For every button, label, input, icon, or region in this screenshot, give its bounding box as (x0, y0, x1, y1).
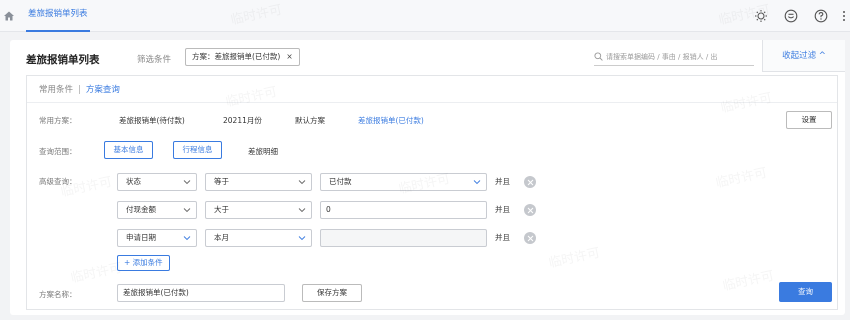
remove-condition-icon[interactable] (524, 204, 536, 216)
tab-common-conditions[interactable]: 常用条件 (39, 85, 73, 95)
operator-select[interactable]: 大于 (205, 201, 312, 219)
page-title: 差旅报销单列表 (26, 54, 100, 66)
and-label: 并且 (495, 233, 510, 242)
chevron-down-icon (183, 180, 191, 185)
divider (27, 102, 837, 103)
settings-button[interactable]: 设置 (786, 111, 832, 129)
filter-label: 筛选条件 (137, 55, 172, 65)
query-scope-label: 查询范围： (39, 147, 77, 156)
condition-tabs: 常用条件 | 方案查询 (39, 83, 120, 95)
bulb-icon[interactable] (754, 9, 768, 23)
chevron-down-icon (298, 236, 306, 241)
scheme-item[interactable]: 默认方案 (295, 115, 325, 126)
field-select[interactable]: 状态 (117, 173, 197, 191)
chevron-down-icon (183, 208, 191, 213)
chevron-down-icon (298, 180, 306, 185)
scope-basic-info[interactable]: 基本信息 (104, 141, 153, 159)
value-input-disabled[interactable] (320, 229, 487, 247)
more-icon[interactable] (842, 10, 846, 22)
value-select-value: 已付款 (329, 177, 352, 186)
operator-select-value: 等于 (214, 177, 229, 186)
remove-condition-icon[interactable] (524, 176, 536, 188)
filter-panel: 差旅报销单列表 筛选条件 方案：差旅报销单(已付款) × 收起过滤 ^ 常用条件 |… (10, 40, 845, 315)
scheme-name-label: 方案名称： (39, 290, 77, 299)
chevron-down-icon (298, 208, 306, 213)
search-input[interactable] (606, 50, 752, 64)
field-select-value: 付现金额 (126, 205, 156, 214)
filter-chip-label: 方案：差旅报销单(已付款) (192, 52, 281, 61)
common-schemes-label: 常用方案： (39, 116, 77, 125)
top-bar: 差旅报销单列表 (0, 0, 850, 32)
filter-chip[interactable]: 方案：差旅报销单(已付款) × (185, 48, 300, 66)
and-label: 并且 (495, 177, 510, 186)
value-select[interactable]: 已付款 (320, 173, 487, 191)
filter-box: 常用条件 | 方案查询 常用方案： 差旅报销单(待付款) 20211月份 默认方案 … (26, 75, 838, 310)
query-button[interactable]: 查询 (779, 282, 832, 302)
chevron-down-icon (473, 180, 481, 185)
and-label: 并且 (495, 205, 510, 214)
value-input[interactable]: 0 (320, 201, 487, 219)
search-icon (594, 52, 603, 61)
scheme-item[interactable]: 差旅报销单(待付款) (119, 115, 185, 126)
remove-condition-icon[interactable] (524, 232, 536, 244)
tab-scheme-query[interactable]: 方案查询 (86, 85, 120, 95)
tab-travel-reimbursement-list[interactable]: 差旅报销单列表 (26, 0, 90, 32)
scope-trip-info[interactable]: 行程信息 (173, 141, 222, 159)
field-select[interactable]: 付现金额 (117, 201, 197, 219)
chevron-down-icon (183, 236, 191, 241)
operator-select-value: 本月 (214, 233, 229, 242)
tab-separator: | (78, 85, 81, 95)
search-box[interactable] (594, 48, 754, 66)
scheme-item[interactable]: 20211月份 (223, 115, 262, 126)
field-select-value: 状态 (126, 177, 141, 186)
scheme-item-active[interactable]: 差旅报销单(已付款) (358, 115, 424, 126)
operator-select[interactable]: 等于 (205, 173, 312, 191)
operator-select-value: 大于 (214, 205, 229, 214)
scheme-name-input[interactable]: 差旅报销单(已付款) (117, 284, 285, 302)
help-icon[interactable] (814, 9, 828, 23)
close-icon[interactable]: × (286, 52, 292, 61)
smile-icon[interactable] (784, 9, 798, 23)
add-condition-button[interactable]: + 添加条件 (117, 255, 170, 271)
home-icon[interactable] (3, 10, 15, 22)
collapse-filter-button[interactable]: 收起过滤 ^ (762, 40, 845, 72)
scope-travel-details[interactable]: 差旅明细 (248, 146, 278, 157)
save-scheme-button[interactable]: 保存方案 (302, 284, 362, 302)
field-select-value: 申请日期 (126, 233, 156, 242)
field-select[interactable]: 申请日期 (117, 229, 197, 247)
advanced-query-label: 高级查询： (39, 177, 77, 186)
operator-select[interactable]: 本月 (205, 229, 312, 247)
